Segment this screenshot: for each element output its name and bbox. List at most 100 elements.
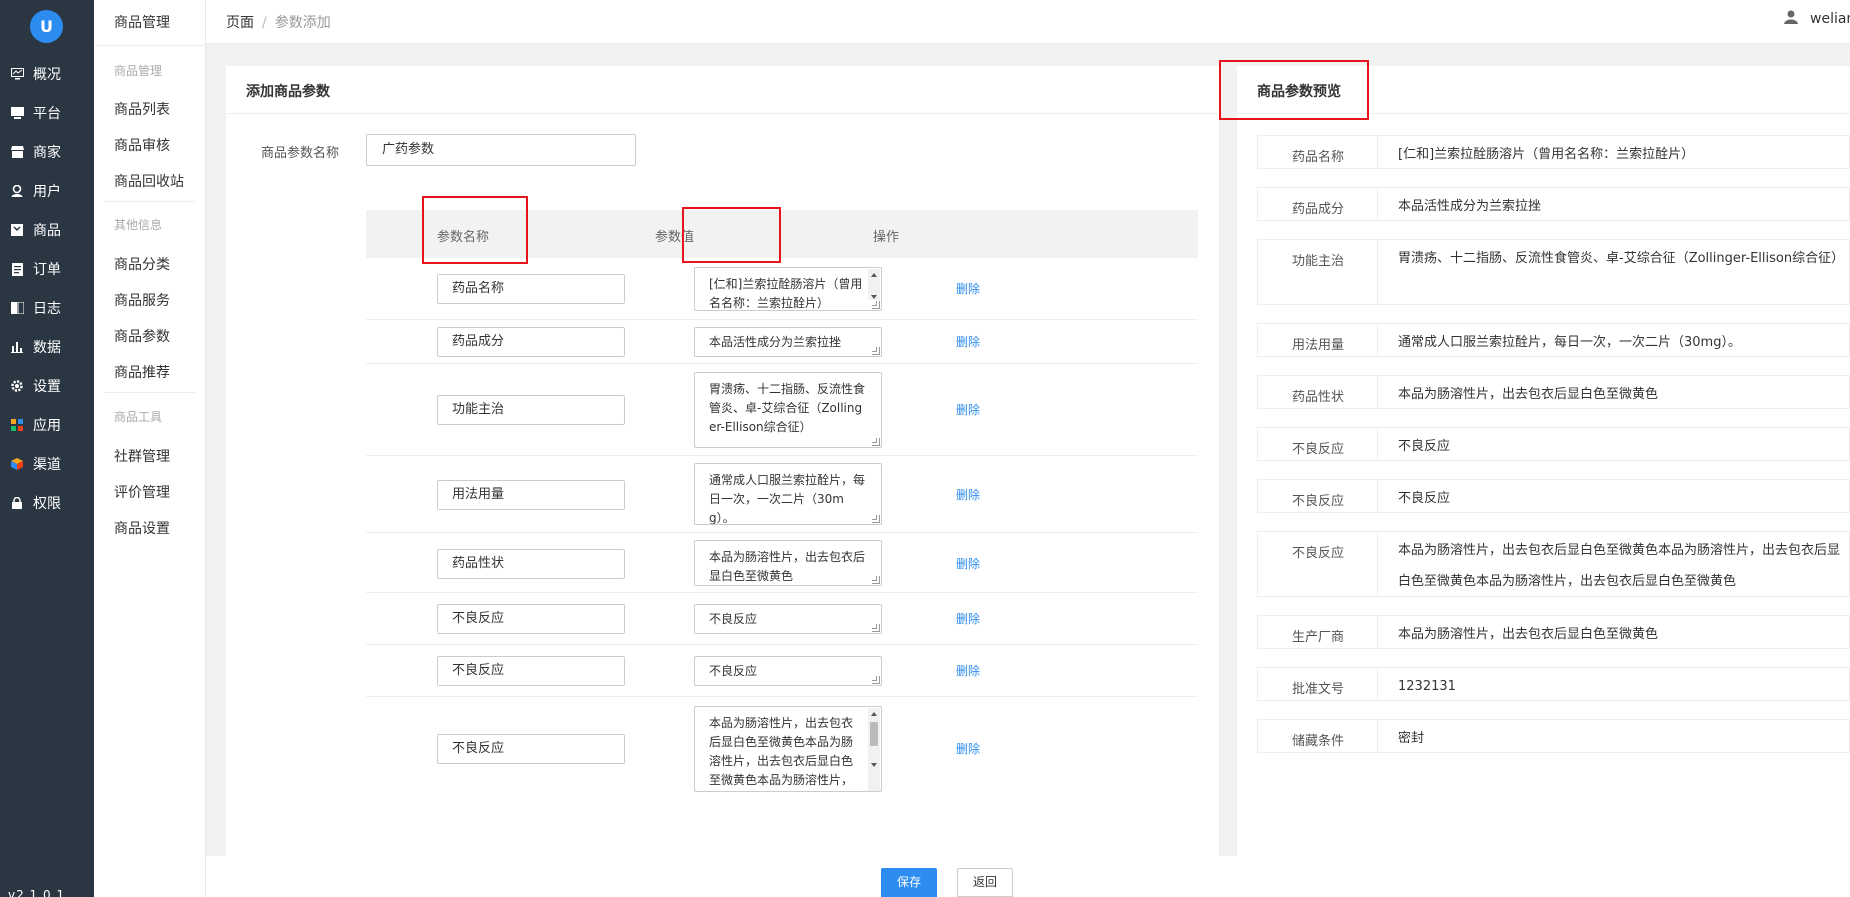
scrollbar[interactable]	[868, 269, 880, 300]
delete-link[interactable]: 删除	[956, 610, 980, 627]
scrollbar[interactable]	[868, 708, 880, 791]
param-key-input[interactable]: 功能主治	[437, 395, 625, 425]
user-menu[interactable]: weliam	[1784, 10, 1850, 27]
lock-icon	[10, 496, 24, 510]
highlight-box	[422, 196, 528, 264]
resize-handle-icon[interactable]	[872, 515, 880, 523]
preview-row: 批准文号 1232131	[1257, 667, 1850, 701]
highlight-box	[1219, 60, 1369, 120]
preview-key-cell: 药品名称	[1258, 136, 1378, 168]
subnav-group-label: 商品管理	[114, 64, 163, 78]
param-key-input[interactable]: 药品成分	[437, 327, 625, 357]
param-value-text: 胃溃疡、十二指肠、反流性食管炎、卓-艾综合征（Zollinger-Ellison…	[709, 382, 866, 434]
subnav-item-recycle-bin[interactable]: 商品回收站	[114, 171, 184, 191]
nav-item-overview[interactable]: 概况	[0, 54, 94, 94]
param-value-textarea[interactable]: 胃溃疡、十二指肠、反流性食管炎、卓-艾综合征（Zollinger-Ellison…	[694, 372, 882, 448]
nav-item-product[interactable]: 商品	[0, 210, 94, 250]
nav-item-channel[interactable]: 渠道	[0, 444, 94, 484]
resize-handle-icon[interactable]	[872, 624, 880, 632]
nav-label: 概况	[33, 67, 61, 83]
divider	[94, 45, 206, 46]
param-name-input[interactable]: 广药参数	[366, 134, 636, 166]
main-nav: U 概况 平台 商家 用户 商品 订单 日志 数据 设置 应用 渠道 权限 v2…	[0, 0, 94, 897]
subnav-item-parameters[interactable]: 商品参数	[114, 326, 170, 346]
scrollbar-thumb[interactable]	[870, 722, 878, 746]
param-value-textarea[interactable]: 不良反应	[694, 604, 882, 634]
param-value-text: 本品活性成分为兰索拉挫	[709, 335, 842, 349]
nav-item-user[interactable]: 用户	[0, 171, 94, 211]
preview-key-cell: 不良反应	[1258, 532, 1378, 596]
resize-handle-icon[interactable]	[872, 576, 880, 584]
param-name-label: 商品参数名称	[261, 146, 340, 161]
preview-key-cell: 不良反应	[1258, 480, 1378, 512]
subnav-item-category[interactable]: 商品分类	[114, 254, 170, 274]
delete-link[interactable]: 删除	[956, 662, 980, 679]
preview-key: 药品性状	[1291, 390, 1344, 405]
preview-key: 功能主治	[1291, 254, 1344, 269]
nav-item-order[interactable]: 订单	[0, 249, 94, 289]
breadcrumb-current: 参数添加	[274, 15, 331, 31]
subnav-item-product-list[interactable]: 商品列表	[114, 99, 170, 119]
scroll-down-icon	[871, 295, 877, 299]
param-value-textarea[interactable]: 本品为肠溶性片，出去包衣后显白色至微黄色本品为肠溶性片，出去包衣后显白色至微黄色…	[694, 706, 882, 792]
preview-row: 用法用量 通常成人口服兰索拉酫片，每日一次，一次二片（30mg）。	[1257, 323, 1850, 357]
save-button[interactable]: 保存	[881, 868, 937, 897]
nav-item-permission[interactable]: 权限	[0, 483, 94, 523]
param-value-textarea[interactable]: 本品为肠溶性片，出去包衣后显白色至微黄色	[694, 540, 882, 586]
logo-icon[interactable]: U	[30, 10, 63, 43]
param-value-textarea[interactable]: 通常成人口服兰索拉酫片，每日一次，一次二片（30mg）。	[694, 463, 882, 525]
nav-item-settings[interactable]: 设置	[0, 366, 94, 406]
preview-row: 不良反应 本品为肠溶性片，出去包衣后显白色至微黄色本品为肠溶性片，出去包衣后显白…	[1257, 531, 1850, 597]
preview-row: 药品成分 本品活性成分为兰索拉挫	[1257, 187, 1850, 221]
subnav-item-service[interactable]: 商品服务	[114, 290, 170, 310]
param-key-input[interactable]: 不良反应	[437, 604, 625, 634]
param-value-text: 不良反应	[709, 612, 758, 626]
preview-row: 储藏条件 密封	[1257, 719, 1850, 753]
delete-link[interactable]: 删除	[956, 401, 980, 418]
param-value-textarea[interactable]: 不良反应	[694, 656, 882, 686]
nav-label: 权限	[33, 496, 61, 512]
param-key-input[interactable]: 药品名称	[437, 274, 625, 304]
delete-link[interactable]: 删除	[956, 280, 980, 297]
card-title: 添加商品参数	[246, 84, 330, 100]
gear-icon	[10, 379, 24, 393]
breadcrumb-root[interactable]: 页面	[226, 15, 254, 31]
preview-key-cell: 生产厂商	[1258, 616, 1378, 648]
param-key-input[interactable]: 不良反应	[437, 656, 625, 686]
preview-value: 本品为肠溶性片，出去包衣后显白色至微黄色	[1398, 387, 1659, 402]
param-key-input[interactable]: 不良反应	[437, 734, 625, 764]
delete-link[interactable]: 删除	[956, 740, 980, 757]
subnav-group-label: 其他信息	[114, 218, 163, 232]
preview-value: 通常成人口服兰索拉酫片，每日一次，一次二片（30mg）。	[1398, 335, 1741, 350]
delete-link[interactable]: 删除	[956, 486, 980, 503]
nav-item-merchant[interactable]: 商家	[0, 132, 94, 172]
back-button[interactable]: 返回	[957, 868, 1013, 897]
subnav-item-recommend[interactable]: 商品推荐	[114, 362, 170, 382]
param-value-textarea[interactable]: [仁和]兰索拉酫肠溶片（曾用名名称：兰索拉酫片）	[694, 267, 882, 311]
resize-handle-icon[interactable]	[872, 438, 880, 446]
preview-key: 不良反应	[1291, 494, 1344, 509]
subnav-item-reviews[interactable]: 评价管理	[114, 482, 170, 502]
nav-item-data[interactable]: 数据	[0, 327, 94, 367]
resize-handle-icon[interactable]	[872, 301, 880, 309]
nav-item-platform[interactable]: 平台	[0, 93, 94, 133]
nav-label: 用户	[33, 184, 61, 200]
param-key-input[interactable]: 药品性状	[437, 549, 625, 579]
resize-handle-icon[interactable]	[872, 347, 880, 355]
delete-link[interactable]: 删除	[956, 555, 980, 572]
delete-link[interactable]: 删除	[956, 333, 980, 350]
subnav-item-product-review[interactable]: 商品审核	[114, 135, 170, 155]
subnav-item-product-settings[interactable]: 商品设置	[114, 518, 170, 538]
subnav-group-label: 商品工具	[114, 410, 163, 424]
table-row: 药品性状 本品为肠溶性片，出去包衣后显白色至微黄色 删除	[366, 533, 1198, 593]
preview-key: 不良反应	[1291, 546, 1344, 561]
resize-handle-icon[interactable]	[872, 676, 880, 684]
subnav-item-community[interactable]: 社群管理	[114, 446, 170, 466]
scroll-up-icon	[871, 273, 877, 277]
nav-label: 商品	[33, 223, 61, 239]
preview-key-cell: 药品性状	[1258, 376, 1378, 408]
param-value-textarea[interactable]: 本品活性成分为兰索拉挫	[694, 327, 882, 357]
nav-item-log[interactable]: 日志	[0, 288, 94, 328]
param-key-input[interactable]: 用法用量	[437, 480, 625, 510]
nav-item-apps[interactable]: 应用	[0, 405, 94, 445]
